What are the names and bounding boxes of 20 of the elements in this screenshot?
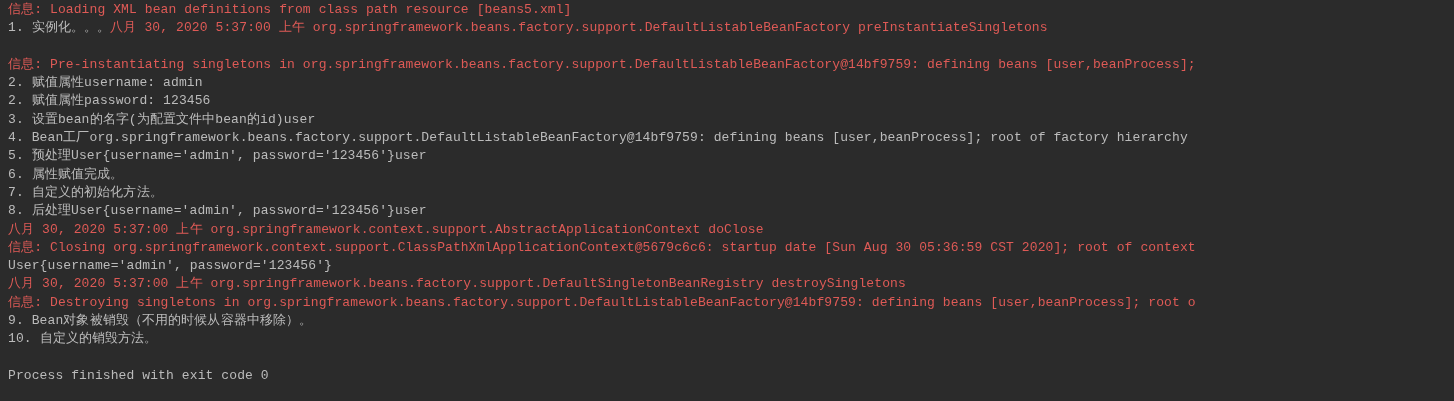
log-error-text: 八月 30, 2020 5:37:00 上午 org.springframework.beans.factory.support.DefaultListableBeanFactory preInstantiateSingletons — [110, 20, 1048, 36]
console-output-text: 8. 后处理User{username='admin', password='123456'}user — [8, 203, 427, 219]
console-output-text: 4. Bean工厂org.springframework.beans.factory.support.DefaultListableBeanFactory@14bf9759: defining beans [user,beanProcess]; root of factory hierarchy — [8, 130, 1188, 146]
console-output-text: 1. 实例化。。。 — [8, 20, 111, 36]
log-error-text: 信息: Pre-instantiating singletons in org.springframework.beans.factory.support.DefaultListableBeanFactory@14bf9759: defining beans [user,beanProcess]; — [8, 56, 1196, 72]
log-error-text: 信息: Destroying singletons in org.springframework.beans.factory.support.DefaultListableBeanFactory@14bf9759: defining beans [user,beanProcess]; root o — [8, 294, 1196, 310]
console-output-text: 9. Bean对象被销毁（不用的时候从容器中移除）。 — [8, 313, 313, 329]
console-output-text: 3. 设置bean的名字(为配置文件中bean的id)user — [8, 111, 316, 127]
log-error-text: 信息: Closing org.springframework.context.support.ClassPathXmlApplicationContext@5679c6c6: startup date [Sun Aug 30 05:36:59 CST 2020]; root of context — [8, 239, 1196, 255]
console-output-text: 6. 属性赋值完成。 — [8, 166, 124, 182]
log-error-text: 八月 30, 2020 5:37:00 上午 org.springframework.context.support.AbstractApplicationContext doClose — [8, 221, 764, 237]
log-error-text: 八月 30, 2020 5:37:00 上午 org.springframework.beans.factory.support.DefaultSingletonBeanRegistry destroySingletons — [8, 276, 906, 292]
console-output-text: 5. 预处理User{username='admin', password='123456'}user — [8, 148, 427, 164]
console-output-text: 7. 自定义的初始化方法。 — [8, 184, 163, 200]
console-output-text: 2. 赋值属性username: admin — [8, 75, 203, 91]
console-output-text: 10. 自定义的销毁方法。 — [8, 331, 158, 347]
console-output-text: 2. 赋值属性password: 123456 — [8, 93, 211, 109]
console-output-text: Process finished with exit code 0 — [8, 367, 269, 383]
console-output-text: User{username='admin', password='123456'} — [8, 258, 332, 274]
log-error-text: 信息: Loading XML bean definitions from class path resource [beans5.xml] — [8, 2, 572, 17]
